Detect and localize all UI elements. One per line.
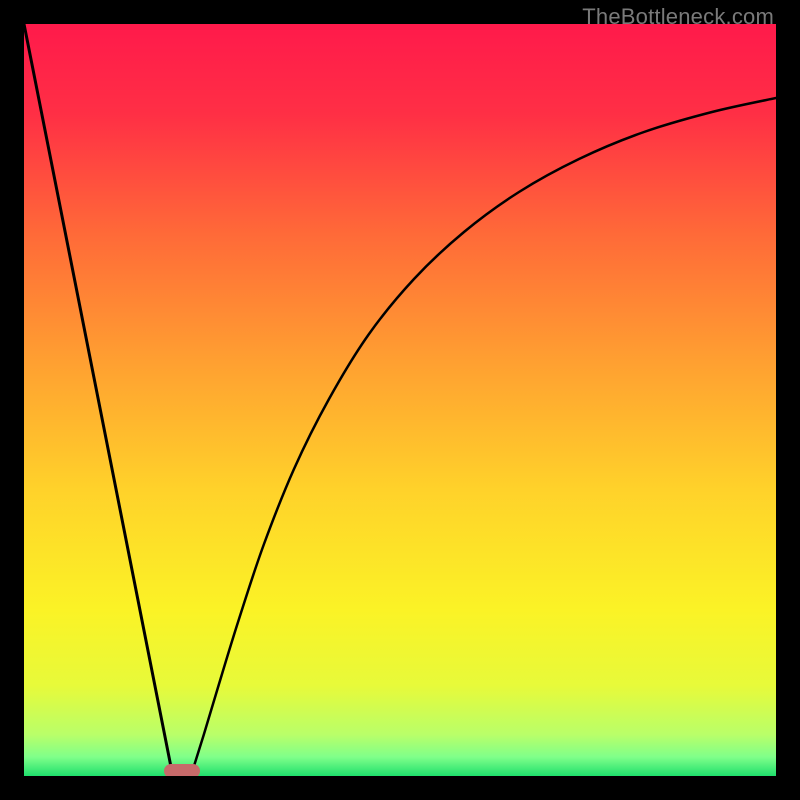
- bottleneck-chart: [24, 24, 776, 776]
- optimal-marker: [164, 764, 200, 776]
- plot-frame: [24, 24, 776, 776]
- watermark-text: TheBottleneck.com: [582, 4, 774, 30]
- gradient-background: [24, 24, 776, 776]
